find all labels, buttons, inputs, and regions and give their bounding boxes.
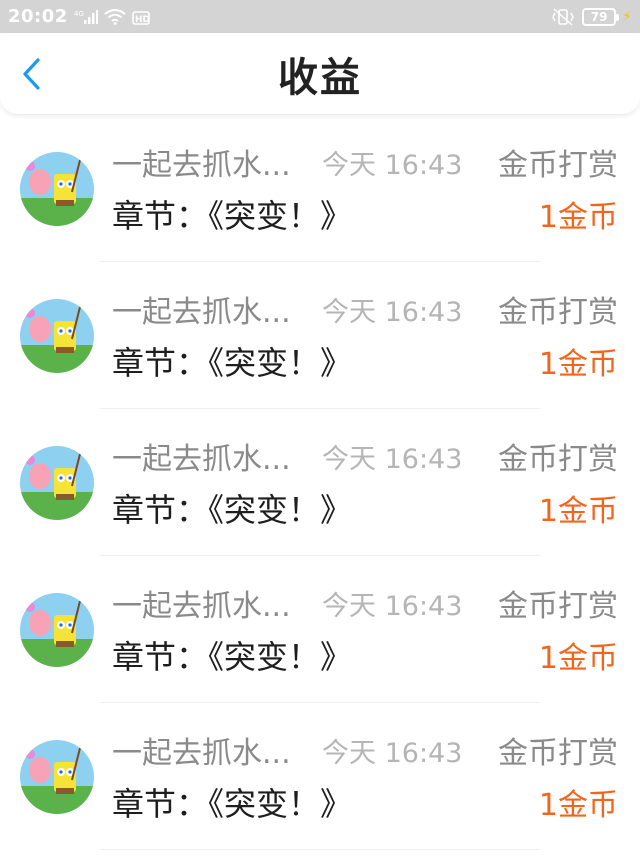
item-content: 一起去抓水... 今天 16:43 金币打赏 章节：《突变！》 1金币 xyxy=(112,286,618,386)
sender-name: 一起去抓水... xyxy=(112,442,291,477)
cartoon-avatar-icon xyxy=(20,740,94,814)
chevron-left-icon xyxy=(23,58,40,90)
reward-amount: 1金币 xyxy=(538,347,618,382)
charging-icon: ⚡ xyxy=(622,8,632,25)
timestamp: 今天 16:43 xyxy=(322,737,463,769)
item-content: 一起去抓水... 今天 16:43 金币打赏 章节：《突变！》 1金币 xyxy=(112,580,618,680)
reward-type: 金币打赏 xyxy=(498,442,618,477)
chapter-title: 章节：《突变！》 xyxy=(112,344,353,382)
list-item[interactable]: 一起去抓水... 今天 16:43 金币打赏 章节：《突变！》 1金币 xyxy=(0,556,640,703)
reward-amount: 1金币 xyxy=(538,200,618,235)
timestamp: 今天 16:43 xyxy=(322,443,463,475)
avatar xyxy=(20,740,94,814)
avatar xyxy=(20,152,94,226)
status-right: 79 ⚡ xyxy=(550,7,632,26)
hd-label: HD xyxy=(135,15,150,25)
hd-icon: HD xyxy=(131,9,150,25)
list-item[interactable]: 一起去抓水... 今天 16:43 金币打赏 章节：《突变！》 1金币 xyxy=(0,703,640,850)
chapter-title: 章节：《突变！》 xyxy=(112,785,353,823)
sender-name: 一起去抓水... xyxy=(112,589,291,624)
reward-type: 金币打赏 xyxy=(498,589,618,624)
list-item[interactable]: 一起去抓水... 今天 16:43 金币打赏 章节：《突变！》 1金币 xyxy=(0,409,640,556)
battery-indicator: 79 xyxy=(582,7,620,26)
status-time: 20:02 xyxy=(8,6,68,27)
item-content: 一起去抓水... 今天 16:43 金币打赏 章节：《突变！》 1金币 xyxy=(112,727,618,827)
back-button[interactable] xyxy=(20,33,60,115)
network-type-label: 4G xyxy=(74,10,84,18)
reward-type: 金币打赏 xyxy=(498,295,618,330)
sender-name: 一起去抓水... xyxy=(112,148,291,183)
item-content: 一起去抓水... 今天 16:43 金币打赏 章节：《突变！》 1金币 xyxy=(112,139,618,239)
timestamp: 今天 16:43 xyxy=(322,296,463,328)
status-bar: 20:02 4G HD 79 ⚡ xyxy=(0,0,640,33)
cellular-signal-icon: 4G xyxy=(74,9,98,25)
page-title: 收益 xyxy=(278,54,362,101)
cartoon-avatar-icon xyxy=(20,446,94,520)
chapter-title: 章节：《突变！》 xyxy=(112,638,353,676)
reward-type: 金币打赏 xyxy=(498,148,618,183)
reward-type: 金币打赏 xyxy=(498,736,618,771)
reward-amount: 1金币 xyxy=(538,788,618,823)
reward-amount: 1金币 xyxy=(538,494,618,529)
chapter-title: 章节：《突变！》 xyxy=(112,491,353,529)
earnings-list: 一起去抓水... 今天 16:43 金币打赏 章节：《突变！》 1金币 一起去抓… xyxy=(0,115,640,850)
navigation-bar: 收益 xyxy=(0,33,640,115)
avatar xyxy=(20,593,94,667)
status-left: 20:02 4G HD xyxy=(8,6,150,27)
vibrate-icon xyxy=(550,7,576,26)
sender-name: 一起去抓水... xyxy=(112,736,291,771)
timestamp: 今天 16:43 xyxy=(322,149,463,181)
timestamp: 今天 16:43 xyxy=(322,590,463,622)
item-content: 一起去抓水... 今天 16:43 金币打赏 章节：《突变！》 1金币 xyxy=(112,433,618,533)
list-item[interactable]: 一起去抓水... 今天 16:43 金币打赏 章节：《突变！》 1金币 xyxy=(0,115,640,262)
reward-amount: 1金币 xyxy=(538,641,618,676)
cartoon-avatar-icon xyxy=(20,593,94,667)
cartoon-avatar-icon xyxy=(20,152,94,226)
wifi-icon xyxy=(104,8,126,25)
list-item[interactable]: 一起去抓水... 今天 16:43 金币打赏 章节：《突变！》 1金币 xyxy=(0,262,640,409)
chapter-title: 章节：《突变！》 xyxy=(112,197,353,235)
sender-name: 一起去抓水... xyxy=(112,295,291,330)
cartoon-avatar-icon xyxy=(20,299,94,373)
avatar xyxy=(20,446,94,520)
avatar xyxy=(20,299,94,373)
